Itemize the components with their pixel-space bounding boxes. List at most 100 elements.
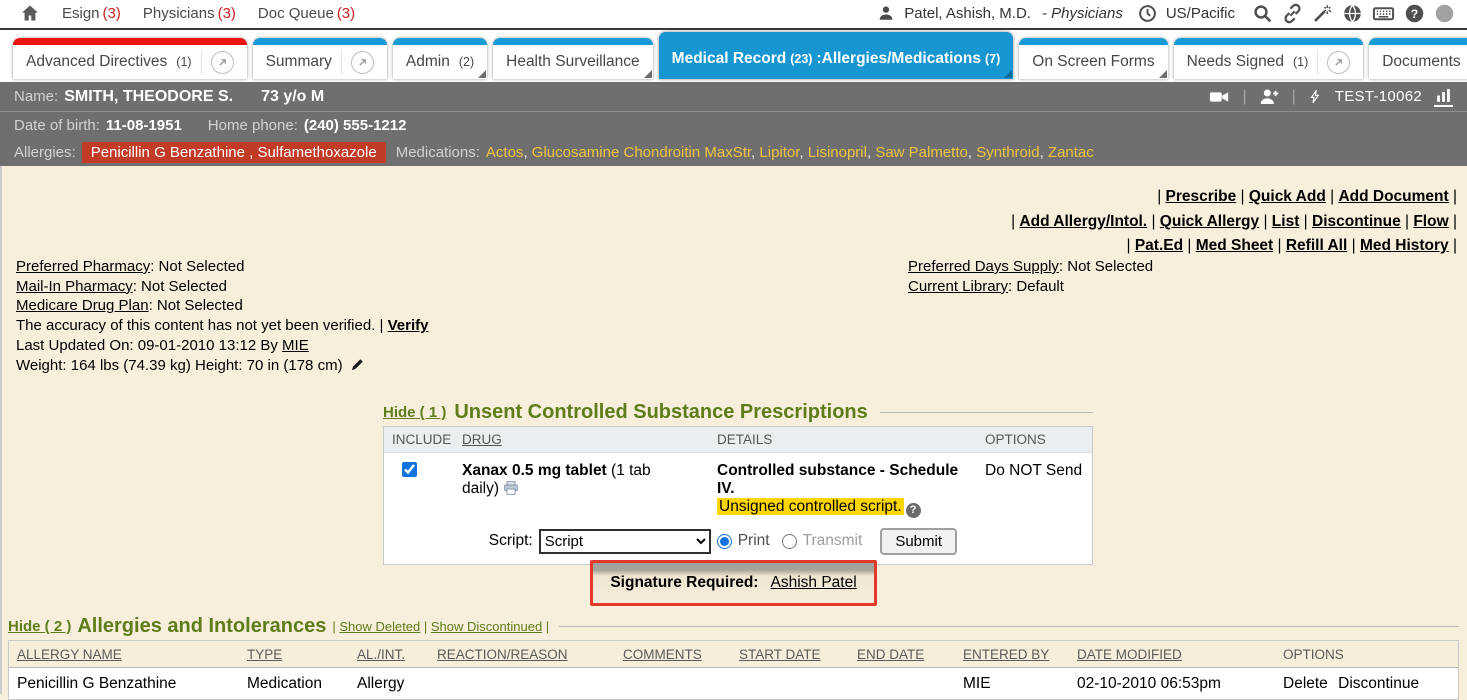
verify-link[interactable]: Verify (388, 317, 429, 334)
tab-needs-signed[interactable]: Needs Signed (1) (1174, 38, 1364, 79)
col-allergy-name[interactable]: ALLERGY NAME (9, 641, 239, 668)
user-icon (877, 4, 895, 22)
link-icon[interactable] (1282, 3, 1303, 24)
link-refill-all[interactable]: Refill All (1286, 237, 1347, 254)
bolt-icon[interactable] (1308, 87, 1323, 106)
edit-pencil-icon[interactable] (350, 357, 365, 372)
allergies-table: ALLERGY NAME TYPE AL./INT. REACTION/REAS… (9, 641, 1458, 699)
updated-by-link[interactable]: MIE (282, 337, 309, 354)
current-library-link[interactable]: Current Library (908, 278, 1008, 295)
allergy-row-penicillin: Penicillin G Benzathine Medication Aller… (9, 668, 1458, 700)
pharmacy-info: Preferred Pharmacy: Not Selected Mail-In… (16, 257, 428, 375)
allergies-section: Hide ( 2 ) Allergies and Intolerances | … (8, 615, 1459, 700)
tab-health-surveillance[interactable]: Health Surveillance (493, 38, 653, 79)
link-med-history[interactable]: Med History (1360, 237, 1449, 254)
wand-icon[interactable] (1312, 3, 1333, 24)
medication-link[interactable]: Lipitor (759, 144, 799, 161)
signer-link[interactable]: Ashish Patel (770, 574, 856, 592)
keyboard-icon[interactable] (1372, 2, 1395, 25)
col-entered-by[interactable]: ENTERED BY (955, 641, 1069, 668)
tab-documents[interactable]: Documents (8) (1369, 38, 1467, 79)
print-icon[interactable] (503, 480, 519, 496)
allergy-alint-cell: Allergy (349, 668, 429, 700)
link-prescribe[interactable]: Prescribe (1166, 188, 1237, 205)
col-date-modified[interactable]: DATE MODIFIED (1069, 641, 1275, 668)
tab-count: (1) (176, 55, 191, 69)
unsent-prescriptions-section: Hide ( 1 ) Unsent Controlled Substance P… (383, 401, 1093, 565)
unsigned-script-warning: Unsigned controlled script. (717, 498, 904, 515)
link-discontinue[interactable]: Discontinue (1312, 213, 1401, 230)
medication-link[interactable]: Zantac (1048, 144, 1094, 161)
col-type[interactable]: TYPE (239, 641, 349, 668)
submit-button[interactable]: Submit (880, 528, 957, 555)
nav-physicians[interactable]: Physicians(3) (143, 5, 236, 22)
print-radio[interactable] (717, 534, 732, 549)
link-show-deleted[interactable]: Show Deleted (339, 619, 420, 634)
weight-height-text: Weight: 164 lbs (74.39 kg) Height: 70 in… (16, 357, 343, 374)
preferred-pharmacy-link[interactable]: Preferred Pharmacy (16, 258, 150, 275)
globe-icon[interactable] (1342, 3, 1363, 24)
col-reaction[interactable]: REACTION/REASON (429, 641, 615, 668)
link-show-discontinued[interactable]: Show Discontinued (431, 619, 542, 634)
medications-list: Actos, Glucosamine Chondroitin MaxStr, L… (486, 144, 1094, 161)
preferred-days-supply-value: : Not Selected (1059, 258, 1153, 275)
allergy-type-cell: Medication (239, 668, 349, 700)
include-checkbox[interactable] (402, 462, 417, 477)
bar-chart-icon[interactable] (1434, 87, 1453, 107)
medication-link[interactable]: Synthroid (976, 144, 1039, 161)
hide-unsent-link[interactable]: Hide ( 1 ) (383, 404, 446, 421)
search-icon[interactable] (1252, 3, 1273, 24)
allergies-section-title: Allergies and Intolerances (77, 615, 326, 638)
tab-summary[interactable]: Summary (253, 38, 387, 79)
allergy-modified-cell: 02-10-2010 06:53pm (1069, 668, 1275, 700)
tab-advanced-directives[interactable]: Advanced Directives (1) (13, 38, 247, 79)
medicare-drug-plan-link[interactable]: Medicare Drug Plan (16, 297, 149, 314)
status-circle-icon (1434, 3, 1455, 24)
drug-cell: Xanax 0.5 mg tablet (1 tab daily) (462, 462, 717, 518)
unsent-row-xanax: Xanax 0.5 mg tablet (1 tab daily) Contro… (384, 453, 1092, 524)
help-icon[interactable]: ? (1404, 3, 1425, 24)
link-flow[interactable]: Flow (1413, 213, 1448, 230)
link-quick-allergy[interactable]: Quick Allergy (1160, 213, 1259, 230)
help-small-icon[interactable]: ? (906, 503, 921, 518)
hide-allergies-link[interactable]: Hide ( 2 ) (8, 618, 71, 635)
tab-on-screen-forms[interactable]: On Screen Forms (1019, 38, 1167, 79)
popout-icon[interactable] (351, 51, 374, 74)
medication-link[interactable]: Lisinopril (808, 144, 867, 161)
col-comments[interactable]: COMMENTS (615, 641, 731, 668)
col-end-date[interactable]: END DATE (849, 641, 955, 668)
popout-icon[interactable] (211, 51, 234, 74)
link-quick-add[interactable]: Quick Add (1249, 188, 1326, 205)
link-add-allergy-intol-[interactable]: Add Allergy/Intol. (1019, 213, 1147, 230)
home-icon[interactable] (20, 3, 40, 23)
transmit-radio[interactable] (782, 534, 797, 549)
tab-admin[interactable]: Admin (2) (393, 38, 487, 79)
video-camera-icon[interactable] (1208, 86, 1230, 108)
add-person-icon[interactable] (1259, 86, 1280, 107)
unsent-section-title: Unsent Controlled Substance Prescription… (454, 401, 867, 424)
medication-link[interactable]: Glucosamine Chondroitin MaxStr (532, 144, 751, 161)
preferred-days-supply-link[interactable]: Preferred Days Supply (908, 258, 1059, 275)
col-options: OPTIONS (1275, 641, 1458, 668)
delete-link[interactable]: Delete (1283, 675, 1328, 692)
medication-link[interactable]: Saw Palmetto (875, 144, 968, 161)
allergy-alert-badge[interactable]: Penicillin G Benzathine , Sulfamethoxazo… (82, 142, 386, 163)
tab-medical-record[interactable]: Medical Record (23):Allergies/Medication… (659, 32, 1014, 79)
top-right-cluster: Patel, Ashish, M.D. - Physicians US/Paci… (877, 2, 1455, 25)
col-start-date[interactable]: START DATE (731, 641, 849, 668)
col-drug[interactable]: DRUG (462, 432, 717, 447)
nav-doc-queue[interactable]: Doc Queue(3) (258, 5, 355, 22)
allergy-options-cell: Delete Discontinue (1275, 668, 1458, 700)
popout-icon[interactable] (1327, 51, 1350, 74)
script-select[interactable]: Script (539, 529, 711, 554)
link-list[interactable]: List (1272, 213, 1300, 230)
col-al-int[interactable]: AL./INT. (349, 641, 429, 668)
mail-in-pharmacy-link[interactable]: Mail-In Pharmacy (16, 278, 133, 295)
tab-count: (1) (1293, 55, 1308, 69)
nav-esign[interactable]: Esign(3) (62, 5, 121, 22)
link-med-sheet[interactable]: Med Sheet (1196, 237, 1274, 254)
link-add-document[interactable]: Add Document (1338, 188, 1448, 205)
discontinue-link[interactable]: Discontinue (1338, 675, 1419, 692)
link-pat-ed[interactable]: Pat.Ed (1135, 237, 1183, 254)
medication-link[interactable]: Actos (486, 144, 524, 161)
